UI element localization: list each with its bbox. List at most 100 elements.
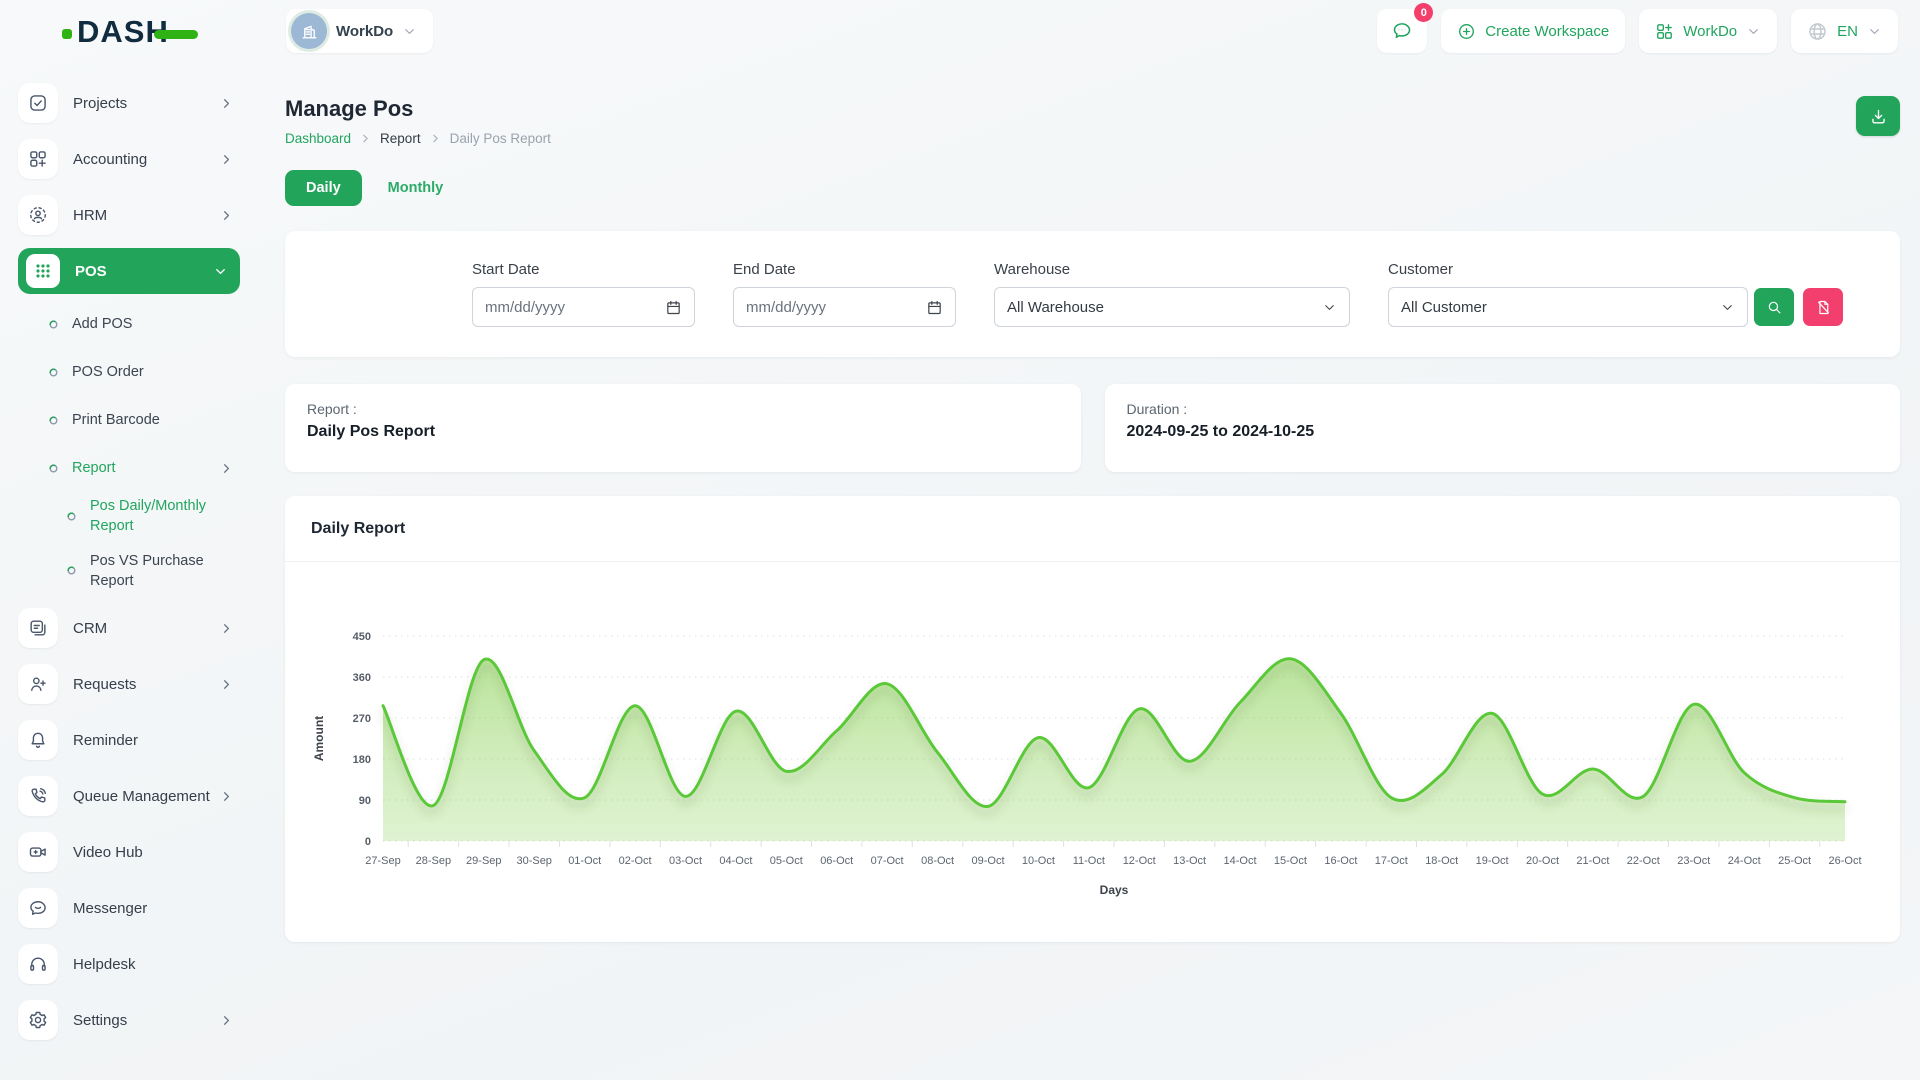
crm-icon [18, 608, 58, 648]
chat-icon [1391, 20, 1413, 42]
tab-daily[interactable]: Daily [285, 170, 362, 206]
svg-text:Amount: Amount [312, 716, 326, 761]
language-selector[interactable]: EN [1791, 9, 1898, 53]
end-date-label: End Date [733, 261, 956, 278]
bullet-icon [66, 565, 77, 576]
requests-icon [18, 664, 58, 704]
chevron-down-icon [1720, 300, 1735, 315]
pos-icon [26, 254, 60, 288]
brand-logo[interactable]: DASH [62, 14, 198, 50]
sidebar-item-pos-daily-monthly-report[interactable]: Pos Daily/Monthly Report [18, 496, 240, 537]
svg-text:29-Sep: 29-Sep [466, 855, 501, 867]
start-date-placeholder: mm/dd/yyyy [485, 299, 565, 316]
bullet-icon [48, 415, 59, 426]
sidebar-item-reminder[interactable]: Reminder [18, 717, 240, 763]
sidebar-item-label: Pos VS Purchase Report [90, 551, 240, 592]
svg-text:06-Oct: 06-Oct [820, 855, 853, 867]
end-date-input[interactable]: mm/dd/yyyy [733, 287, 956, 327]
chevron-right-icon [359, 132, 372, 145]
svg-text:30-Sep: 30-Sep [516, 855, 551, 867]
calendar-icon[interactable] [665, 299, 682, 316]
chat-badge: 0 [1414, 3, 1433, 22]
sidebar-item-projects[interactable]: Projects [18, 80, 240, 126]
create-workspace-label: Create Workspace [1485, 23, 1609, 40]
svg-text:09-Oct: 09-Oct [971, 855, 1004, 867]
sidebar-item-pos-vs-purchase-report[interactable]: Pos VS Purchase Report [18, 551, 240, 592]
topbar-actions: 0 Create Workspace WorkDo [1377, 9, 1898, 53]
duration-label: Duration : [1127, 401, 1879, 417]
chevron-right-icon [219, 96, 234, 111]
end-date-placeholder: mm/dd/yyyy [746, 299, 826, 316]
calendar-icon[interactable] [926, 299, 943, 316]
page-title: Manage Pos [285, 96, 551, 122]
breadcrumb-dashboard-link[interactable]: Dashboard [285, 131, 351, 146]
breadcrumb-report[interactable]: Report [380, 131, 421, 146]
daily-report-chart: 09018027036045027-Sep28-Sep29-Sep30-Sep0… [305, 584, 1880, 914]
reset-button[interactable] [1803, 288, 1843, 326]
chevron-down-icon [213, 264, 228, 279]
search-button[interactable] [1754, 288, 1794, 326]
report-summary-card: Report : Daily Pos Report [285, 384, 1081, 472]
svg-text:20-Oct: 20-Oct [1526, 855, 1559, 867]
sidebar-item-add-pos[interactable]: Add POS [18, 304, 240, 344]
customer-select[interactable]: All Customer [1388, 287, 1748, 327]
svg-text:13-Oct: 13-Oct [1173, 855, 1206, 867]
svg-text:11-Oct: 11-Oct [1073, 855, 1105, 867]
sidebar-item-video-hub[interactable]: Video Hub [18, 829, 240, 875]
tab-monthly[interactable]: Monthly [388, 180, 444, 196]
sidebar-item-crm[interactable]: CRM [18, 605, 240, 651]
sidebar-item-pos[interactable]: POS [18, 248, 240, 294]
workspace-avatar [291, 13, 327, 49]
filter-buttons [1754, 288, 1843, 326]
chevron-right-icon [219, 677, 234, 692]
workspace-menu[interactable]: WorkDo [1639, 9, 1777, 53]
bullet-icon [48, 319, 59, 330]
chevron-down-icon [1867, 24, 1882, 39]
chevron-right-icon [219, 1013, 234, 1028]
chart-title: Daily Report [311, 520, 405, 538]
sidebar-item-accounting[interactable]: Accounting [18, 136, 240, 182]
warehouse-select[interactable]: All Warehouse [994, 287, 1350, 327]
bullet-icon [48, 367, 59, 378]
svg-text:19-Oct: 19-Oct [1476, 855, 1509, 867]
svg-text:21-Oct: 21-Oct [1576, 855, 1609, 867]
sidebar-item-queue-management[interactable]: Queue Management [18, 773, 240, 819]
accounting-icon [18, 139, 58, 179]
chevron-right-icon [219, 152, 234, 167]
sidebar-item-label: POS Order [72, 362, 144, 382]
svg-text:26-Oct: 26-Oct [1828, 855, 1861, 867]
svg-text:12-Oct: 12-Oct [1123, 855, 1156, 867]
sidebar-item-report[interactable]: Report [18, 448, 240, 488]
sidebar-item-label: Helpdesk [73, 956, 136, 973]
sidebar-item-label: Projects [73, 95, 127, 112]
svg-text:270: 270 [353, 713, 371, 725]
svg-text:02-Oct: 02-Oct [619, 855, 652, 867]
workspace-menu-label: WorkDo [1683, 23, 1737, 40]
workspace-selector[interactable]: WorkDo [286, 9, 433, 53]
end-date-field: End Date mm/dd/yyyy [733, 261, 956, 327]
sidebar-item-label: Requests [73, 676, 136, 693]
sidebar-item-print-barcode[interactable]: Print Barcode [18, 400, 240, 440]
create-workspace-button[interactable]: Create Workspace [1441, 9, 1625, 53]
svg-text:01-Oct: 01-Oct [568, 855, 601, 867]
sidebar-item-settings[interactable]: Settings [18, 997, 240, 1043]
messenger-icon [18, 888, 58, 928]
sidebar-item-requests[interactable]: Requests [18, 661, 240, 707]
bullet-icon [48, 463, 59, 474]
chevron-right-icon [219, 461, 234, 476]
messages-button[interactable]: 0 [1377, 9, 1427, 53]
download-button[interactable] [1856, 96, 1900, 136]
projects-icon [18, 83, 58, 123]
start-date-input[interactable]: mm/dd/yyyy [472, 287, 695, 327]
sidebar-item-messenger[interactable]: Messenger [18, 885, 240, 931]
sidebar-item-label: Video Hub [73, 844, 143, 861]
sidebar-nav: Projects Accounting HRM POS Add POS POS Order… [18, 80, 240, 1053]
svg-text:28-Sep: 28-Sep [416, 855, 451, 867]
sidebar-item-hrm[interactable]: HRM [18, 192, 240, 238]
sidebar-item-pos-order[interactable]: POS Order [18, 352, 240, 392]
svg-text:360: 360 [353, 672, 371, 684]
sidebar-item-helpdesk[interactable]: Helpdesk [18, 941, 240, 987]
sidebar-item-label: Reminder [73, 732, 138, 749]
svg-text:16-Oct: 16-Oct [1324, 855, 1357, 867]
sidebar-item-label: Messenger [73, 900, 147, 917]
